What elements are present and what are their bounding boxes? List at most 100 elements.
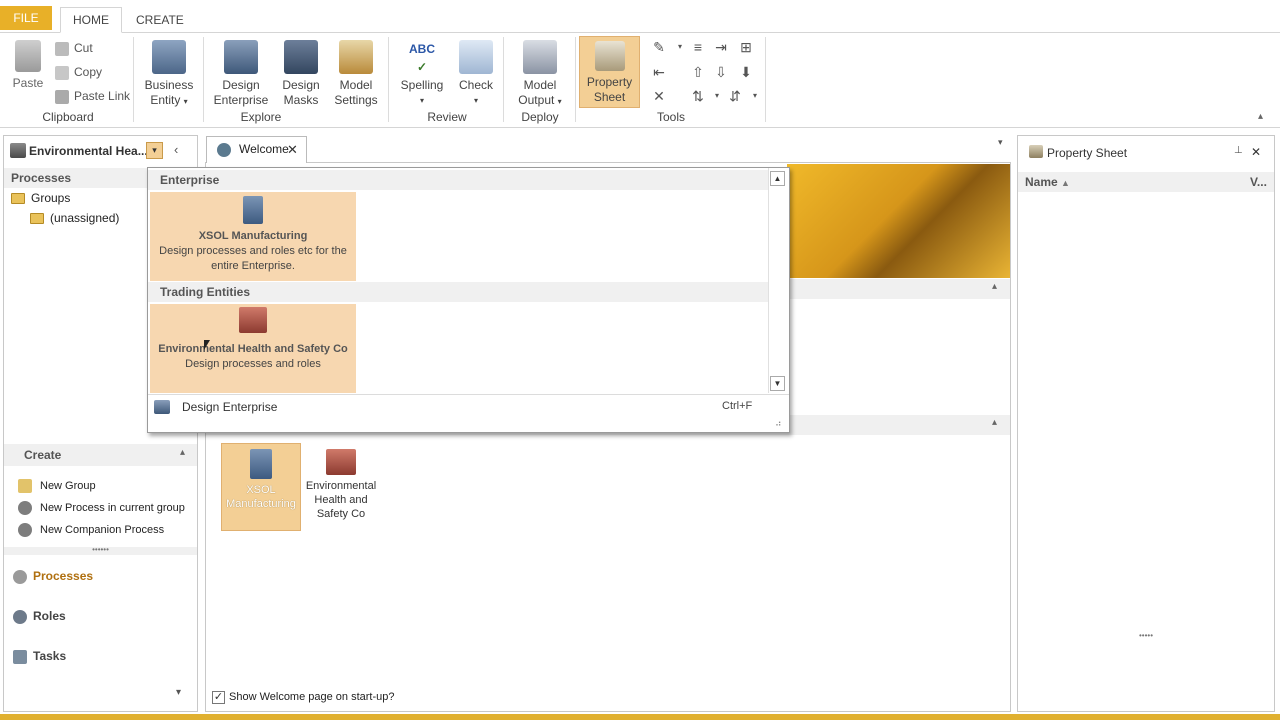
resize-grip-icon[interactable]: ⠴	[775, 418, 782, 429]
document-tab-welcome[interactable]: Welcome ✕	[206, 136, 307, 163]
chevron-down-icon[interactable]: ▾	[998, 137, 1003, 148]
create-header: Create	[4, 444, 197, 466]
scroll-down-icon[interactable]: ▼	[770, 376, 785, 391]
splitter-grip[interactable]: •••••	[1018, 632, 1274, 641]
splitter-grip[interactable]: ••••••	[4, 546, 197, 555]
ribbon-separator	[503, 37, 504, 122]
nav-roles[interactable]: Roles	[13, 606, 66, 626]
dropdown-trading-header: Trading Entities	[148, 282, 768, 302]
chevron-down-icon[interactable]: ▾	[746, 87, 764, 105]
model-settings-button[interactable]: Model Settings	[330, 40, 382, 108]
edit-icon[interactable]: ✎	[650, 38, 668, 56]
tile-environmental-health[interactable]: Environmental Health and Safety Co	[303, 443, 379, 531]
document-tab-label: Welcome	[239, 142, 289, 156]
chevron-down-icon: ▾	[419, 96, 424, 105]
new-group-link[interactable]: New Group	[18, 476, 96, 496]
design-enterprise-icon	[224, 40, 258, 74]
collapse-ribbon-icon[interactable]: ▴	[1258, 111, 1263, 122]
gear-icon	[18, 501, 32, 516]
arrow-down-icon[interactable]: ⇩	[712, 63, 730, 81]
collapse-section-icon[interactable]: ▴	[992, 281, 997, 292]
gear-icon	[18, 523, 32, 538]
arrow-up-icon[interactable]: ⇧	[689, 63, 707, 81]
collapse-create-icon[interactable]: ▴	[180, 447, 185, 458]
copy-button[interactable]: Copy	[55, 62, 102, 82]
nav-roles-label: Roles	[33, 609, 66, 623]
check-button[interactable]: Check ▾	[453, 40, 499, 108]
cut-button[interactable]: Cut	[55, 38, 93, 58]
dropdown-item-title: XSOL Manufacturing	[198, 230, 308, 242]
tree-item-groups[interactable]: Groups	[11, 188, 70, 208]
tab-create[interactable]: CREATE	[124, 8, 196, 34]
design-masks-button[interactable]: Design Masks	[276, 40, 326, 108]
property-sheet-title: Property Sheet	[1047, 146, 1128, 160]
folder-icon	[18, 479, 32, 494]
tile-label: XSOL	[246, 484, 276, 496]
spelling-button[interactable]: ABC ✓ Spelling ▾	[395, 40, 449, 108]
group-label-deploy: Deploy	[521, 110, 559, 124]
design-enterprise-label-1: Design	[222, 78, 260, 92]
close-icon[interactable]: ✕	[1251, 145, 1261, 159]
chevron-down-icon[interactable]: ▾	[708, 87, 726, 105]
nav-processes[interactable]: Processes	[13, 566, 93, 586]
business-entity-label-1: Business	[144, 78, 194, 92]
tab-file[interactable]: FILE	[0, 6, 52, 30]
tile-label: Safety Co	[316, 508, 366, 520]
gear-icon	[13, 569, 27, 584]
delete-icon[interactable]: ✕	[650, 87, 668, 105]
business-entity-button[interactable]: Business Entity ▾	[140, 40, 198, 109]
dropdown-item-environmental[interactable]: Environmental Health and Safety Co Desig…	[150, 304, 356, 393]
chevron-down-icon[interactable]: ▾	[671, 38, 689, 56]
folder-icon	[30, 213, 44, 225]
entity-selector[interactable]: Environmental Hea...	[29, 144, 148, 158]
model-output-label-1: Model	[523, 78, 557, 92]
collapse-section-icon[interactable]: ▴	[992, 417, 997, 428]
dropdown-scrollbar[interactable]: ▲ ▼	[768, 168, 788, 393]
design-masks-label-2: Masks	[283, 93, 319, 107]
pin-icon[interactable]: ⊥	[1234, 145, 1243, 156]
paste-icon	[15, 40, 41, 72]
chevron-down-icon: ▾	[557, 97, 562, 106]
building-icon	[243, 196, 263, 224]
status-bar	[0, 714, 1280, 720]
check-icon	[459, 40, 493, 74]
group-label-review: Review	[427, 110, 467, 124]
property-sheet-pane	[1017, 135, 1275, 712]
collapse-pane-icon[interactable]: ‹	[174, 142, 178, 157]
property-sheet-button[interactable]: Property Sheet	[579, 36, 640, 108]
dropdown-item-xsol[interactable]: XSOL Manufacturing Design processes and …	[150, 192, 356, 281]
tree-item-unassigned[interactable]: (unassigned)	[30, 208, 119, 228]
dropdown-footer-design-enterprise[interactable]: Design Enterprise	[182, 400, 277, 414]
sort-descending-icon[interactable]: ⇵	[726, 87, 744, 105]
chevron-down-icon[interactable]: ▾	[176, 687, 181, 698]
hierarchy-icon[interactable]: ⊞	[737, 38, 755, 56]
sort-ascending-icon[interactable]: ⇅	[689, 87, 707, 105]
scroll-up-icon[interactable]: ▲	[770, 171, 785, 186]
welcome-banner-image	[787, 164, 1010, 278]
show-welcome-checkbox[interactable]: ✓	[212, 691, 225, 704]
close-icon[interactable]: ✕	[287, 137, 298, 162]
insert-row-icon[interactable]: ⇥	[712, 38, 730, 56]
column-name-label: Name	[1025, 175, 1058, 189]
tile-xsol-manufacturing[interactable]: XSOL Manufacturing	[221, 443, 301, 531]
column-header-value[interactable]: V...	[1250, 175, 1267, 189]
copy-label: Copy	[74, 65, 103, 79]
business-entity-label-2: Entity ▾	[150, 93, 188, 107]
new-process-link[interactable]: New Process in current group	[18, 498, 185, 518]
tree-label-groups: Groups	[31, 191, 71, 205]
dropdown-footer-shortcut: Ctrl+F	[722, 400, 753, 412]
model-output-button[interactable]: Model Output ▾	[510, 40, 570, 109]
tasks-icon	[13, 649, 27, 664]
paste-button[interactable]: Paste	[8, 40, 48, 91]
outdent-icon[interactable]: ⇤	[650, 63, 668, 81]
paste-link-button[interactable]: Paste Link	[55, 86, 130, 106]
tab-home[interactable]: HOME	[60, 7, 122, 33]
entity-dropdown-button[interactable]: ▾	[146, 142, 163, 159]
design-enterprise-button[interactable]: Design Enterprise	[210, 40, 272, 108]
column-header-name[interactable]: Name ▲	[1025, 175, 1070, 189]
move-down-icon[interactable]: ⬇	[737, 63, 755, 81]
dropdown-item-title: Environmental Health and Safety Co	[158, 343, 348, 355]
new-companion-process-link[interactable]: New Companion Process	[18, 520, 164, 540]
indent-icon[interactable]: ≡	[689, 38, 707, 56]
nav-tasks[interactable]: Tasks	[13, 646, 66, 666]
